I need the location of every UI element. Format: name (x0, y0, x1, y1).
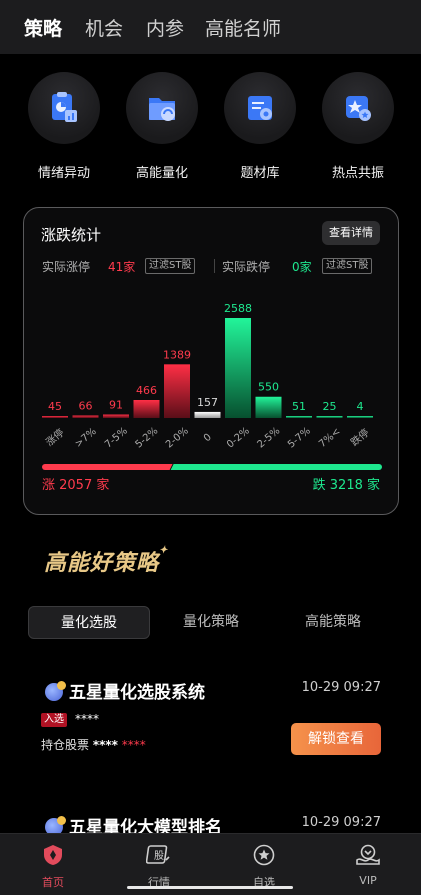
up-down-ratio-bar (42, 464, 382, 470)
bar-category-label: 2-5% (255, 426, 282, 451)
segment-quant-stock[interactable]: 量化选股 (28, 606, 150, 639)
bar-category-label: 0-2% (225, 426, 252, 451)
chart-bar (255, 396, 282, 418)
feature-hot-resonance[interactable]: 热点共振 (320, 72, 396, 181)
bar-category-label: 5-2% (133, 426, 160, 451)
card-time: 10-29 09:27 (301, 680, 381, 695)
chart-bar (347, 416, 373, 418)
nav-market[interactable]: 股 行情 (129, 844, 189, 890)
down-total-count: 跌 3218 家 (312, 478, 380, 493)
chart-bar (194, 411, 221, 418)
top-tab-bar: 策略 机会 内参 高能名师 (0, 0, 421, 54)
card-time: 10-29 09:27 (301, 815, 381, 830)
svg-text:股: 股 (154, 850, 164, 862)
feature-label: 高能量化 (135, 166, 188, 181)
chart-bar (164, 364, 190, 418)
bar-category-label: 涨停 (43, 426, 67, 449)
chart-bar (103, 414, 129, 418)
selected-tag: 入选 (41, 713, 67, 727)
feature-theme-library[interactable]: 题材库 (222, 72, 298, 181)
unlock-view-button[interactable]: 解锁查看 (291, 723, 381, 755)
feature-sentiment[interactable]: 情绪异动 (26, 72, 102, 181)
down-ratio-segment (170, 464, 382, 470)
chart-bar (316, 416, 343, 418)
bar-value-label: 1389 (163, 348, 191, 361)
segment-quant-strategy[interactable]: 量化策略 (150, 606, 272, 639)
folder-gauge-icon (126, 72, 198, 144)
market-icon: 股 (145, 845, 170, 864)
tab-opportunity[interactable]: 机会 (85, 14, 123, 41)
nav-home[interactable]: 首页 (23, 844, 83, 890)
bar-value-label: 2588 (224, 302, 252, 315)
bar-category-label: 5-7% (286, 426, 313, 451)
feature-label: 热点共振 (331, 166, 384, 181)
bar-category-label: 7%< (317, 426, 343, 450)
bar-value-label: 157 (197, 396, 218, 409)
chart-bar (42, 416, 68, 418)
bar-category-label: >7% (73, 426, 99, 450)
segment-high-energy-strategy[interactable]: 高能策略 (272, 606, 394, 639)
tab-strategy[interactable]: 策略 (24, 14, 62, 41)
rise-fall-stats-card: 涨跌统计 查看详情 实际涨停 41家 过滤ST股 实际跌停 0家 过滤ST股 4… (23, 207, 399, 515)
up-total-count: 涨 2057 家 (42, 478, 110, 493)
bar-category-label: 跌停 (348, 426, 372, 449)
home-shield-icon (44, 845, 62, 865)
bar-value-label: 550 (258, 381, 279, 394)
bar-value-label: 66 (79, 399, 93, 412)
list-document-icon (224, 72, 296, 144)
chart-bar (72, 415, 99, 418)
chart-clipboard-icon (28, 72, 100, 144)
bar-value-label: 25 (323, 400, 337, 413)
bar-value-label: 4 (357, 400, 364, 413)
chart-bar (225, 318, 251, 418)
card-title[interactable]: 五星量化选股系统 (45, 678, 205, 703)
badge-icon (45, 681, 66, 701)
tab-famous-teachers[interactable]: 高能名师 (205, 14, 281, 41)
bar-category-label: 7-5% (103, 426, 130, 451)
bar-category-label: 0 (202, 432, 214, 445)
bar-category-label: 2-0% (164, 426, 191, 451)
nav-vip[interactable]: VIP (338, 844, 398, 887)
up-ratio-segment (42, 464, 173, 470)
star-circle-icon (253, 844, 275, 866)
nav-watchlist[interactable]: 自选 (234, 844, 294, 890)
strategy-logo: 高能好策略✦ (44, 545, 169, 576)
tab-insider[interactable]: 内参 (146, 14, 184, 41)
chart-bar (286, 416, 312, 418)
bar-value-label: 466 (136, 384, 157, 397)
selected-stock-masked: **** (75, 712, 99, 726)
feature-label: 情绪异动 (37, 166, 90, 181)
feature-quant[interactable]: 高能量化 (124, 72, 200, 181)
bar-value-label: 51 (292, 400, 306, 413)
feature-label: 题材库 (240, 166, 280, 181)
bar-value-label: 45 (48, 400, 62, 413)
bar-value-label: 91 (109, 398, 123, 411)
chart-bar (133, 399, 160, 418)
star-folder-icon (322, 72, 394, 144)
vip-icon (356, 844, 380, 865)
holding-stocks: 持仓股票 **** **** (41, 738, 146, 752)
home-indicator (127, 886, 293, 889)
